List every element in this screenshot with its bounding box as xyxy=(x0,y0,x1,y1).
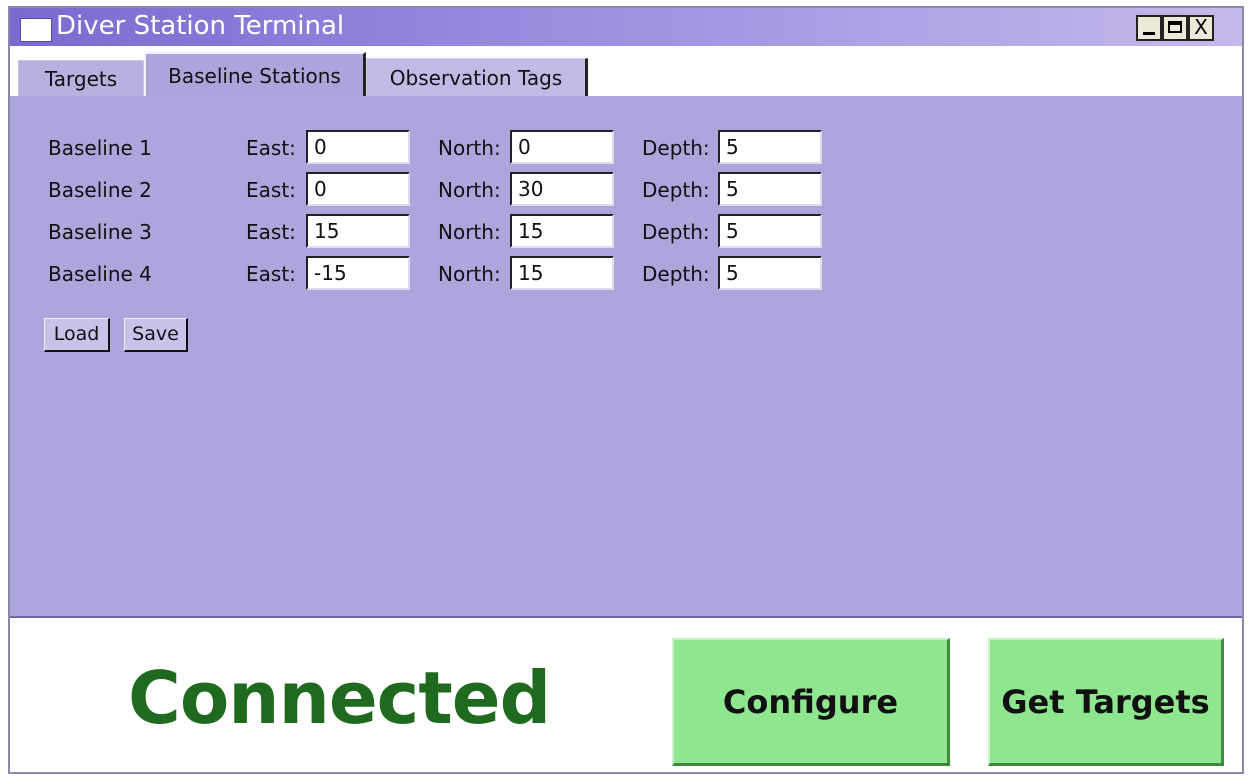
depth-label: Depth: xyxy=(642,136,710,160)
depth-label: Depth: xyxy=(642,262,710,286)
maximize-button[interactable] xyxy=(1162,15,1188,41)
baseline-4-north-input[interactable]: 15 xyxy=(510,256,614,290)
window-title: Diver Station Terminal xyxy=(56,11,345,41)
minimize-icon xyxy=(1143,32,1155,35)
maximize-icon xyxy=(1168,21,1182,33)
tab-baseline-stations[interactable]: Baseline Stations xyxy=(144,52,366,100)
load-button[interactable]: Load xyxy=(44,318,110,352)
baseline-stations-panel: Baseline 1 East: 0 North: 0 Depth: 5 Bas… xyxy=(10,96,1242,618)
configure-button[interactable]: Configure xyxy=(672,638,950,766)
close-icon: X xyxy=(1194,15,1208,39)
baseline-3-east-input[interactable]: 15 xyxy=(306,214,410,248)
north-label: North: xyxy=(438,136,501,160)
title-bar[interactable]: Diver Station Terminal X xyxy=(10,8,1242,46)
baseline-2-east-input[interactable]: 0 xyxy=(306,172,410,206)
baseline-1-east-input[interactable]: 0 xyxy=(306,130,410,164)
baseline-4-label: Baseline 4 xyxy=(48,262,152,286)
baseline-3-north-input[interactable]: 15 xyxy=(510,214,614,248)
north-label: North: xyxy=(438,178,501,202)
baseline-3-label: Baseline 3 xyxy=(48,220,152,244)
baseline-4-east-input[interactable]: -15 xyxy=(306,256,410,290)
tab-bar: Targets Baseline Stations Observation Ta… xyxy=(10,46,1242,100)
depth-label: Depth: xyxy=(642,178,710,202)
east-label: East: xyxy=(246,262,296,286)
baseline-3-depth-input[interactable]: 5 xyxy=(718,214,822,248)
close-button[interactable]: X xyxy=(1188,15,1214,41)
baseline-2-label: Baseline 2 xyxy=(48,178,152,202)
east-label: East: xyxy=(246,136,296,160)
app-window: Diver Station Terminal X Targets Baselin… xyxy=(8,6,1244,774)
north-label: North: xyxy=(438,262,501,286)
save-button[interactable]: Save xyxy=(124,318,188,352)
connection-status: Connected xyxy=(128,656,551,740)
baseline-1-depth-input[interactable]: 5 xyxy=(718,130,822,164)
east-label: East: xyxy=(246,178,296,202)
minimize-button[interactable] xyxy=(1136,15,1162,41)
north-label: North: xyxy=(438,220,501,244)
baseline-1-north-input[interactable]: 0 xyxy=(510,130,614,164)
get-targets-button[interactable]: Get Targets xyxy=(988,638,1224,766)
baseline-2-depth-input[interactable]: 5 xyxy=(718,172,822,206)
tab-observation-tags[interactable]: Observation Tags xyxy=(366,58,588,98)
app-window-icon xyxy=(20,18,52,42)
baseline-2-north-input[interactable]: 30 xyxy=(510,172,614,206)
depth-label: Depth: xyxy=(642,220,710,244)
tab-targets[interactable]: Targets xyxy=(18,60,144,98)
east-label: East: xyxy=(246,220,296,244)
baseline-1-label: Baseline 1 xyxy=(48,136,152,160)
baseline-4-depth-input[interactable]: 5 xyxy=(718,256,822,290)
